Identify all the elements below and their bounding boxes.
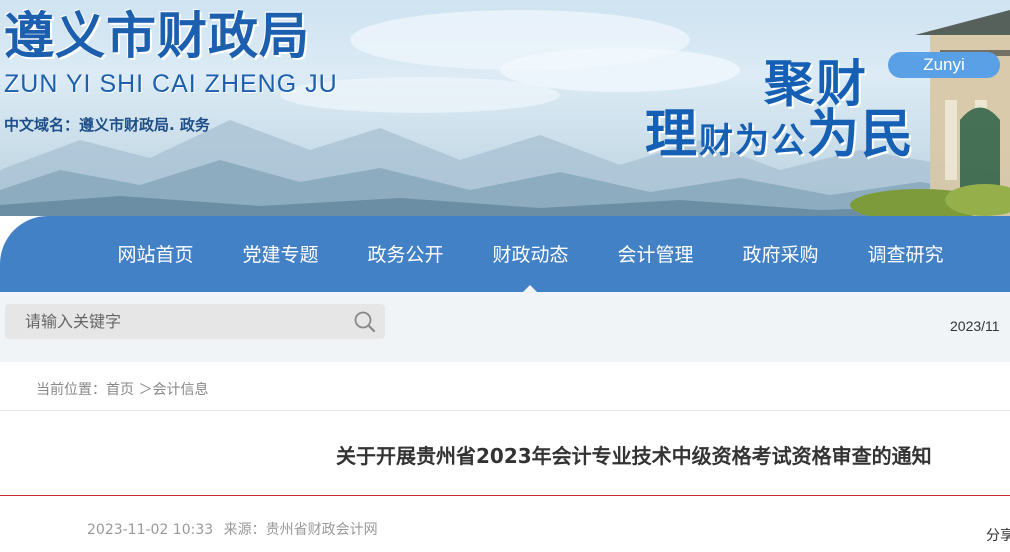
slogan-part-1: 理 [645,105,700,165]
nav-item-government-affairs[interactable]: 政务公开 [343,216,468,292]
nav-item-home[interactable]: 网站首页 [93,216,218,292]
breadcrumb-divider [0,410,1010,411]
search-box [5,304,385,339]
search-input[interactable] [5,304,345,339]
nav-item-party-building[interactable]: 党建专题 [218,216,343,292]
share-label[interactable]: 分享 [986,525,1010,545]
site-title: 遵义市财政局 [4,7,310,65]
site-pinyin: ZUN YI SHI CAI ZHENG JU [4,70,338,98]
breadcrumb: 当前位置：首页 ＞会计信息 [36,379,208,399]
nav-list: 网站首页 党建专题 政务公开 财政动态 会计管理 政府采购 调查研究 政 [93,216,1010,292]
slogan-part-3: 为民 [807,105,916,165]
article-title: 关于开展贵州省2023年会计专业技术中级资格考试资格审查的通知 [336,444,932,468]
title-divider [0,495,1010,496]
nav-item-finance-news[interactable]: 财政动态 [468,216,593,292]
header-banner: 遵义市财政局 ZUN YI SHI CAI ZHENG JU 中文域名：遵义市财… [0,0,1010,216]
slogan-line-2: 理财为公为民 [645,92,915,167]
nav-item-research[interactable]: 调查研究 [843,216,968,292]
breadcrumb-current-link[interactable]: 会计信息 [152,382,208,398]
current-date: 2023/11 [950,318,1000,334]
article-meta: 2023-11-02 10:33 来源：贵州省财政会计网 [87,519,384,539]
zunyi-badge: Zunyi [888,52,1000,78]
nav-item-procurement[interactable]: 政府采购 [718,216,843,292]
breadcrumb-separator: ＞ [134,382,153,398]
nav-item-accounting[interactable]: 会计管理 [593,216,718,292]
slogan-part-2: 财为公 [699,121,808,161]
article-source: 来源：贵州省财政会计网 [223,522,378,538]
magnifier-icon[interactable] [351,308,379,336]
article-datetime: 2023-11-02 10:33 [87,522,214,538]
search-strip: 2023/11 [0,292,1010,362]
nav-item-more[interactable]: 政 [968,216,1010,292]
site-domain: 中文域名：遵义市财政局. 政务 [4,116,210,134]
main-nav: 网站首页 党建专题 政务公开 财政动态 会计管理 政府采购 调查研究 政 [0,216,1010,292]
breadcrumb-prefix: 当前位置： [36,382,106,398]
breadcrumb-home-link[interactable]: 首页 [106,382,134,398]
